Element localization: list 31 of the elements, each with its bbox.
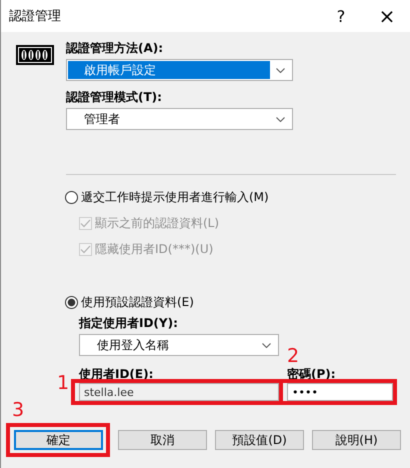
callout-number: 2 (287, 347, 300, 366)
checkbox-label: 顯示之前的認證資料(L) (95, 215, 220, 232)
user-id-type-dropdown[interactable]: 使用登入名稱 (79, 334, 279, 356)
callout-number: 3 (12, 401, 24, 420)
user-id-type-value: 使用登入名稱 (96, 336, 170, 354)
dialog-button[interactable]: 取消 (118, 430, 207, 450)
keypad-icon (16, 45, 54, 65)
checkbox-label: 隱藏使用者ID(***)(U) (95, 241, 214, 258)
dialog-button[interactable]: 說明(H) (312, 430, 401, 450)
radio-button[interactable] (65, 296, 78, 309)
caret-icon (276, 116, 285, 122)
mode-dropdown[interactable]: 管理者 (66, 108, 293, 130)
radio-button[interactable] (65, 191, 78, 204)
password-field[interactable]: •••• (287, 383, 393, 401)
method-value: 啟用帳戶設定 (68, 61, 270, 79)
password-label: 密碼(P): (287, 366, 337, 382)
dialog-button[interactable]: 預設值(D) (215, 430, 304, 450)
dialog-button[interactable]: 確定 (14, 430, 103, 450)
window-title: 認證管理 (8, 8, 62, 25)
close-button[interactable]: × (364, 0, 410, 32)
default-option-label: 使用預設認證資料(E) (81, 294, 194, 311)
caret-icon (262, 342, 271, 348)
user-id-type-label: 指定使用者ID(Y): (79, 315, 178, 331)
method-dropdown[interactable]: 啟用帳戶設定 (66, 59, 293, 81)
callout-number: 1 (57, 374, 70, 393)
caret-icon (276, 68, 285, 72)
help-button[interactable]: ? (318, 0, 364, 32)
prompt-option-label: 遞交工作時提示使用者進行輸入(M) (81, 189, 269, 206)
mode-value: 管理者 (83, 110, 121, 128)
mode-label: 認證管理模式(T): (66, 89, 162, 105)
method-label: 認證管理方法(A): (66, 40, 164, 56)
